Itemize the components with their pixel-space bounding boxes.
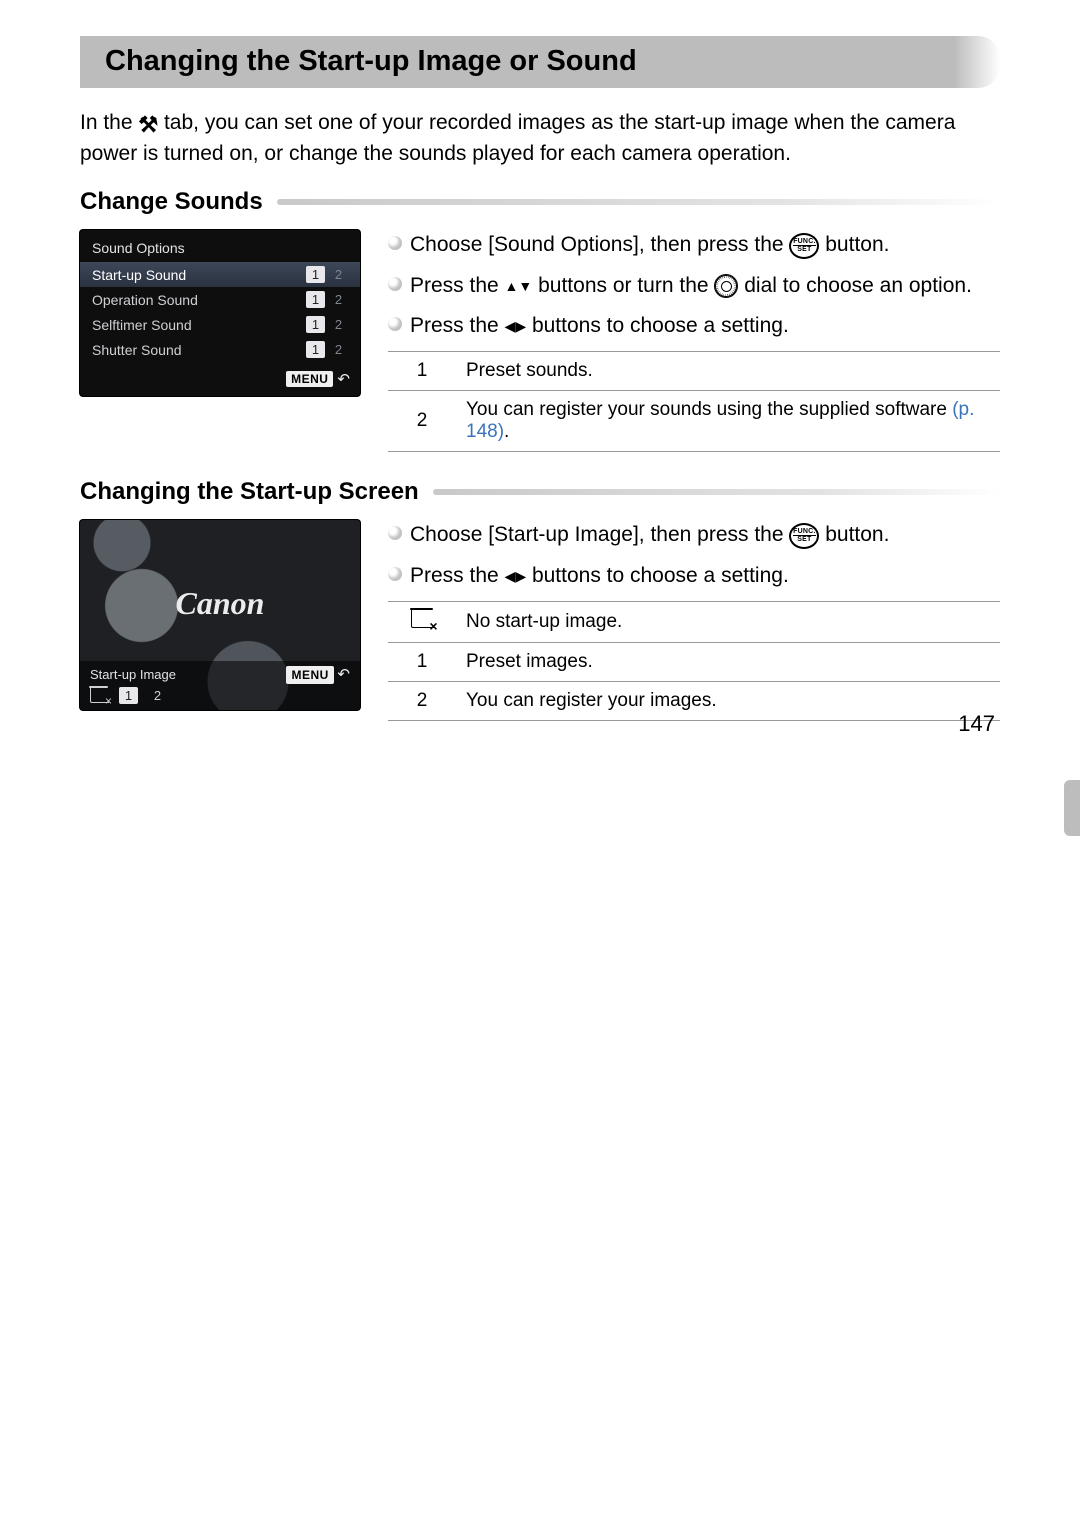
bullet-text: Choose [Sound Options], then press the — [410, 233, 789, 256]
row-value-2: 2 — [329, 266, 348, 283]
bullet-text: buttons or turn the — [538, 274, 714, 297]
side-thumb-tab — [1064, 780, 1080, 836]
sound-row-shutter: Shutter Sound 1 2 — [80, 337, 360, 362]
table-key: 1 — [388, 352, 456, 391]
func-set-button-icon: FUNC.SET — [789, 233, 819, 259]
intro-text-after: tab, you can set one of your recorded im… — [80, 111, 955, 165]
intro-paragraph: In the ⚒ tab, you can set one of your re… — [80, 108, 1000, 168]
row-label: Operation Sound — [92, 292, 198, 308]
startup-opt-2: 2 — [148, 687, 167, 704]
menu-badge: MENU — [286, 666, 333, 684]
return-arrow-icon: ↶ — [337, 666, 350, 683]
startup-settings-table: No start-up image. 1 Preset images. 2 Yo… — [388, 601, 1000, 721]
bullet-text: buttons to choose a setting. — [532, 314, 789, 337]
table-key: 2 — [388, 391, 456, 452]
row-label: Selftimer Sound — [92, 317, 192, 333]
menu-return-row: MENU ↶ — [80, 362, 360, 396]
row-value-2: 2 — [329, 316, 348, 333]
page-title: Changing the Start-up Image or Sound — [80, 36, 1000, 88]
table-key: 1 — [388, 643, 456, 682]
sound-row-selftimer: Selftimer Sound 1 2 — [80, 312, 360, 337]
row-value-1: 1 — [306, 316, 325, 333]
table-row: 2 You can register your sounds using the… — [388, 391, 1000, 452]
bullet-dot-icon — [388, 236, 402, 250]
menu-badge: MENU — [286, 371, 333, 387]
bullet-item: Press the ◀▶ buttons to choose a setting… — [388, 311, 1000, 341]
table-row: 2 You can register your images. — [388, 682, 1000, 721]
row-value-1: 1 — [306, 341, 325, 358]
bullet-dot-icon — [388, 526, 402, 540]
bullet-text: dial to choose an option. — [744, 274, 972, 297]
control-dial-icon — [714, 274, 738, 298]
row-label: Start-up Sound — [92, 267, 186, 283]
bullet-text: Press the — [410, 564, 505, 587]
bullet-text: Press the — [410, 274, 505, 297]
bullet-item: Press the ◀▶ buttons to choose a setting… — [388, 561, 1000, 591]
table-text: . — [504, 421, 509, 442]
table-row: 1 Preset sounds. — [388, 352, 1000, 391]
table-text: You can register your sounds using the s… — [466, 399, 952, 420]
return-arrow-icon: ↶ — [337, 370, 350, 388]
left-right-arrow-icon: ◀▶ — [505, 316, 527, 336]
table-value: Preset images. — [456, 643, 1000, 682]
manual-page: Changing the Start-up Image or Sound In … — [0, 0, 1080, 761]
page-number: 147 — [958, 711, 995, 737]
row-label: Shutter Sound — [92, 342, 182, 358]
section-rule — [433, 489, 1000, 495]
sound-options-title: Sound Options — [80, 230, 360, 262]
table-value: You can register your sounds using the s… — [456, 391, 1000, 452]
section-heading-startup: Changing the Start-up Screen — [80, 480, 1000, 504]
section-rule — [277, 199, 1000, 205]
bullet-dot-icon — [388, 567, 402, 581]
table-key — [388, 602, 456, 643]
table-row: No start-up image. — [388, 602, 1000, 643]
startup-opt-1: 1 — [119, 687, 138, 704]
table-row: 1 Preset images. — [388, 643, 1000, 682]
bullet-text: buttons to choose a setting. — [532, 564, 789, 587]
row-value-1: 1 — [306, 266, 325, 283]
section-heading-text: Changing the Start-up Screen — [80, 480, 419, 504]
startup-image-label: Start-up Image — [90, 667, 176, 682]
no-image-icon — [411, 610, 434, 628]
sounds-instructions: Choose [Sound Options], then press the F… — [388, 230, 1000, 452]
sound-options-screen: Sound Options Start-up Sound 1 2 Operati… — [80, 230, 360, 396]
row-value-2: 2 — [329, 341, 348, 358]
startup-instructions: Choose [Start-up Image], then press the … — [388, 520, 1000, 721]
intro-text-before: In the — [80, 111, 138, 134]
bullet-text: button. — [825, 233, 889, 256]
bullet-dot-icon — [388, 277, 402, 291]
func-set-button-icon: FUNC.SET — [789, 523, 819, 549]
bullet-item: Choose [Start-up Image], then press the … — [388, 520, 1000, 550]
up-down-arrow-icon: ▲▼ — [505, 276, 533, 296]
sounds-two-column: Sound Options Start-up Sound 1 2 Operati… — [80, 230, 1000, 452]
tools-tab-icon: ⚒ — [138, 110, 158, 141]
bullet-dot-icon — [388, 317, 402, 331]
table-value: You can register your images. — [456, 682, 1000, 721]
startup-image-screen: Canon Start-up Image MENU ↶ 1 2 — [80, 520, 360, 710]
table-value: No start-up image. — [456, 602, 1000, 643]
bullet-item: Choose [Sound Options], then press the F… — [388, 230, 1000, 260]
bullet-text: button. — [825, 523, 889, 546]
no-image-icon — [90, 688, 109, 703]
startup-two-column: Canon Start-up Image MENU ↶ 1 2 — [80, 520, 1000, 721]
bullet-item: Press the ▲▼ buttons or turn the dial to… — [388, 271, 1000, 301]
row-value-2: 2 — [329, 291, 348, 308]
canon-brand-logo: Canon — [80, 585, 360, 622]
sound-row-startup: Start-up Sound 1 2 — [80, 262, 360, 287]
sound-row-operation: Operation Sound 1 2 — [80, 287, 360, 312]
bullet-text: Press the — [410, 314, 505, 337]
table-key: 2 — [388, 682, 456, 721]
row-value-1: 1 — [306, 291, 325, 308]
section-heading-text: Change Sounds — [80, 190, 263, 214]
table-value: Preset sounds. — [456, 352, 1000, 391]
sounds-settings-table: 1 Preset sounds. 2 You can register your… — [388, 351, 1000, 452]
left-right-arrow-icon: ◀▶ — [505, 566, 527, 586]
bullet-text: Choose [Start-up Image], then press the — [410, 523, 789, 546]
section-heading-sounds: Change Sounds — [80, 190, 1000, 214]
